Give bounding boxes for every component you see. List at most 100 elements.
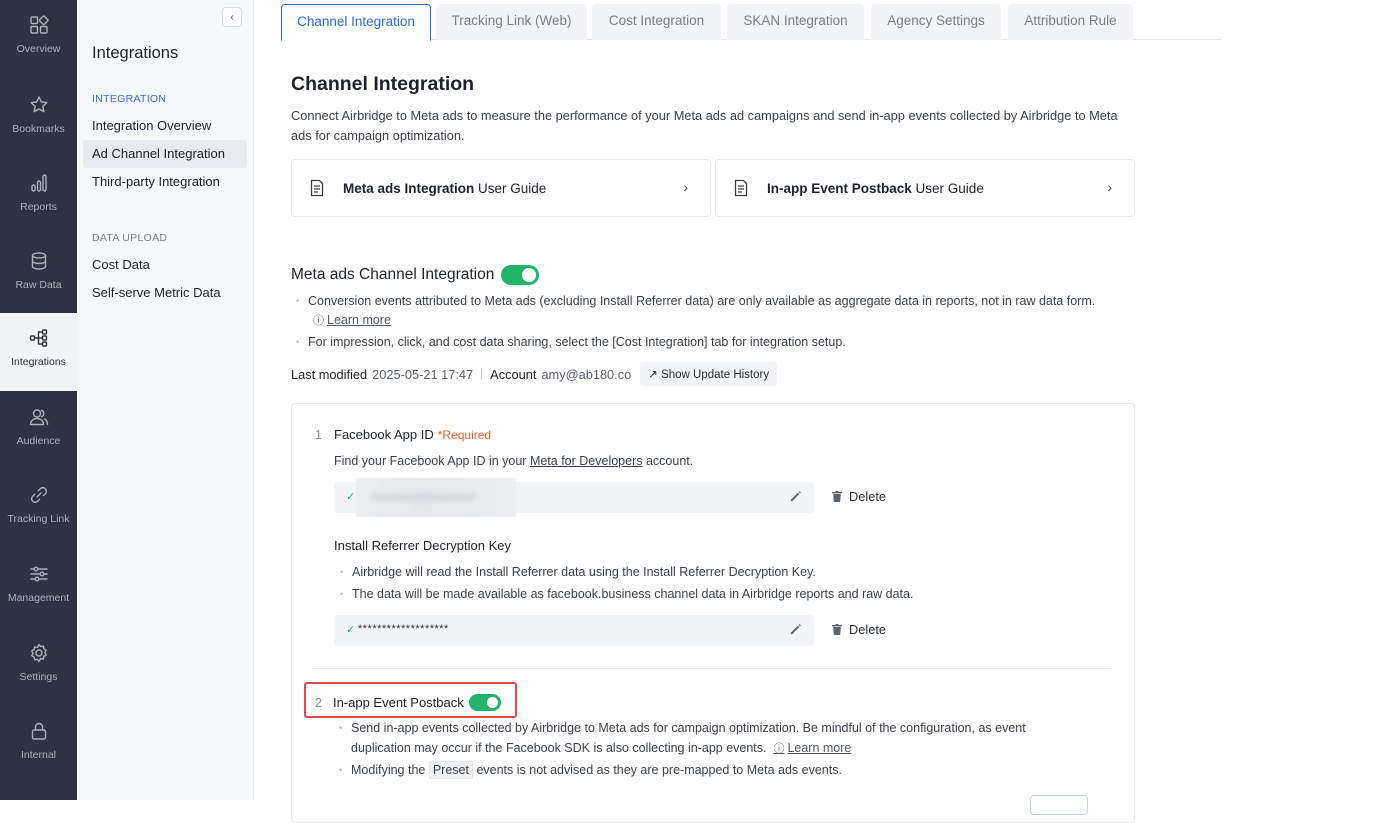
tab-channel-integration[interactable]: Channel Integration	[281, 4, 431, 41]
meta-ads-channel-integration-heading: Meta ads Channel Integration	[291, 265, 540, 285]
gear-icon	[30, 643, 47, 663]
last-modified-time: 2025-05-21 17:47	[372, 366, 474, 382]
nav-item-ad-channel-integration[interactable]: Ad Channel Integration	[83, 140, 247, 168]
integration-tree-icon	[29, 329, 47, 347]
in-app-event-postback-toggle[interactable]	[468, 694, 501, 711]
rail-label: Integrations	[11, 356, 66, 368]
users-icon	[29, 409, 48, 426]
nav-item-third-party-integration[interactable]: Third-party Integration	[83, 168, 247, 196]
rail-item-settings[interactable]: Settings	[0, 628, 77, 706]
meta-for-developers-link[interactable]: Meta for Developers	[530, 454, 643, 468]
facebook-app-id-field[interactable]: ✓	[334, 478, 814, 517]
tab-agency-settings[interactable]: Agency Settings	[871, 4, 1001, 40]
rail-label: Reports	[20, 201, 57, 213]
rail-item-overview[interactable]: Overview	[0, 0, 77, 78]
divider	[313, 668, 1111, 669]
rail-item-integrations[interactable]: Integrations	[0, 313, 77, 391]
tab-attribution-rule[interactable]: Attribution Rule	[1008, 4, 1133, 40]
section-label-integration: INTEGRATION	[92, 93, 167, 105]
account-label: Account	[490, 366, 537, 382]
learn-more-link[interactable]: ⓘ Learn more	[773, 741, 851, 755]
last-modified-row: Last modified 2025-05-21 17:47 Account a…	[291, 362, 778, 386]
lock-icon	[31, 722, 46, 740]
rail-label: Audience	[16, 435, 61, 447]
nav-item-integration-overview[interactable]: Integration Overview	[83, 112, 247, 140]
overview-grid-icon	[29, 15, 49, 34]
in-app-event-postback-title: In-app Event Postback	[332, 695, 464, 710]
nav-item-self-serve-metric-data[interactable]: Self-serve Metric Data	[83, 279, 247, 307]
trash-icon	[832, 624, 842, 635]
sliders-icon	[29, 566, 48, 582]
rail-item-internal[interactable]: Internal	[0, 706, 77, 784]
delete-referrer-key-button[interactable]: Delete	[832, 622, 886, 637]
page-description: Connect Airbridge to Meta ads to measure…	[291, 108, 1118, 143]
chevron-right-icon: ›	[683, 179, 688, 195]
info-bullet: Airbridge will read the Install Referrer…	[340, 562, 1092, 582]
step-number: 1	[315, 428, 322, 442]
rail-label: Internal	[20, 749, 57, 761]
tab-bar: Channel Integration Tracking Link (Web) …	[281, 4, 1221, 41]
in-app-event-postback-guide-card[interactable]: In-app Event Postback User Guide ›	[715, 159, 1135, 217]
in-app-event-postback-heading: 2 In-app Event Postback	[315, 694, 501, 711]
install-referrer-key-title: Install Referrer Decryption Key	[334, 538, 512, 553]
guide-card-label: Meta ads Integration User Guide	[343, 180, 547, 196]
chevron-right-icon: ›	[1107, 179, 1112, 195]
help-circle-icon: ⓘ	[313, 315, 324, 327]
required-marker: *Required	[437, 428, 492, 442]
link-icon	[30, 486, 47, 504]
info-bullet: Conversion events attributed to Meta ads…	[296, 291, 1128, 311]
tab-tracking-link-web[interactable]: Tracking Link (Web)	[436, 4, 587, 40]
subnav-title: Integrations	[92, 44, 179, 62]
last-modified-label: Last modified	[291, 366, 368, 382]
rail-label: Tracking Link	[7, 513, 70, 525]
meta-ads-integration-guide-card[interactable]: Meta ads Integration User Guide ›	[291, 159, 711, 217]
facebook-app-id-description: Find your Facebook App ID in your Meta f…	[334, 454, 694, 468]
guide-card-label: In-app Event Postback User Guide	[767, 180, 984, 196]
pencil-icon[interactable]	[789, 623, 802, 636]
divider	[481, 368, 483, 380]
section-title-text: Meta ads Channel Integration	[291, 266, 495, 283]
document-icon	[310, 179, 324, 197]
rail-item-raw-data[interactable]: Raw Data	[0, 236, 77, 314]
rail-label: Raw Data	[15, 279, 62, 291]
rail-label: Settings	[19, 671, 58, 683]
page-title: Channel Integration	[291, 73, 475, 95]
star-icon	[30, 96, 47, 113]
section-label-data-upload: DATA UPLOAD	[92, 232, 168, 244]
channel-integration-toggle[interactable]	[501, 265, 540, 285]
pencil-icon[interactable]	[789, 490, 802, 503]
info-bullet: Send in-app events collected by Airbridg…	[339, 718, 1051, 759]
trash-icon	[832, 491, 842, 502]
database-icon	[31, 252, 46, 270]
partially-visible-button[interactable]	[1030, 795, 1088, 815]
tab-cost-integration[interactable]: Cost Integration	[592, 4, 721, 40]
check-icon: ✓	[346, 624, 356, 636]
help-circle-icon: ⓘ	[773, 743, 785, 755]
learn-more-link[interactable]: ⓘ Learn more	[313, 312, 391, 328]
check-icon: ✓	[346, 491, 356, 503]
delete-app-id-button[interactable]: Delete	[832, 489, 886, 504]
tab-skan-integration[interactable]: SKAN Integration	[727, 4, 864, 40]
info-bullet: For impression, click, and cost data sha…	[296, 332, 1128, 352]
install-referrer-key-field[interactable]: ✓ *******************	[334, 615, 814, 646]
rail-item-bookmarks[interactable]: Bookmarks	[0, 80, 77, 158]
redacted-value	[356, 478, 516, 517]
rail-item-reports[interactable]: Reports	[0, 158, 77, 236]
preset-tag: Preset	[428, 761, 473, 779]
sub-navigation: ‹ Integrations INTEGRATION Integration O…	[77, 0, 254, 800]
show-update-history-button[interactable]: ↗ Show Update History	[640, 362, 778, 386]
rail-item-audience[interactable]: Audience	[0, 392, 77, 470]
info-bullet: The data will be made available as faceb…	[340, 584, 1092, 604]
icon-rail: Overview Bookmarks Reports Raw Data Inte…	[0, 0, 77, 800]
document-icon	[734, 179, 748, 197]
rail-item-management[interactable]: Management	[0, 549, 77, 627]
bar-chart-icon	[30, 174, 47, 192]
collapse-sidebar-button[interactable]: ‹	[222, 7, 242, 27]
facebook-app-id-title: Facebook App ID *Required	[334, 427, 492, 442]
rail-label: Bookmarks	[12, 123, 65, 135]
step-number: 2	[315, 695, 322, 710]
rail-item-tracking-link[interactable]: Tracking Link	[0, 470, 77, 548]
nav-item-cost-data[interactable]: Cost Data	[83, 251, 247, 279]
rail-label: Overview	[16, 43, 61, 55]
masked-key-value: *******************	[358, 623, 449, 635]
